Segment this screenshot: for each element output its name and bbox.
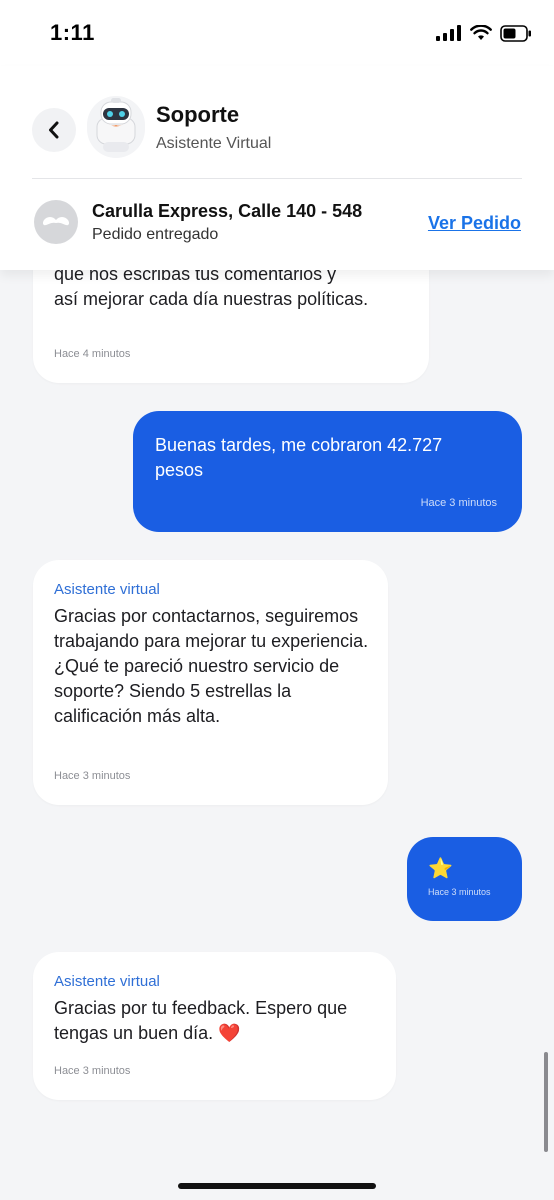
back-chevron-icon	[49, 121, 59, 139]
chat-title: Soporte	[156, 102, 240, 127]
status-time: 1:11	[50, 20, 95, 45]
message-bubble-incoming: Asistente virtual Gracias por contactarn…	[33, 560, 388, 805]
scrollbar[interactable]	[544, 1052, 548, 1152]
chat-header: Soporte Asistente Virtual Carulla Expres…	[0, 66, 554, 270]
message-bubble-incoming: Asistente virtual Gracias por tu feedbac…	[33, 952, 396, 1100]
message-text: Gracias por contactarnos, seguiremos tra…	[54, 606, 369, 726]
message-text: Buenas tardes, me cobraron 42.727 pesos	[155, 435, 443, 480]
message-text: Gracias por tu feedback. Espero que teng…	[54, 998, 348, 1043]
chat-subtitle: Asistente Virtual	[156, 135, 272, 152]
message-time: Hace 3 minutos	[420, 497, 497, 509]
order-status: Pedido entregado	[92, 226, 219, 243]
message-time: Hace 3 minutos	[54, 1065, 131, 1077]
message-sender: Asistente virtual	[54, 973, 160, 990]
message-bubble-outgoing: Buenas tardes, me cobraron 42.727 pesos …	[133, 411, 522, 532]
message-time: Hace 3 minutos	[54, 770, 131, 782]
message-time: Hace 3 minutos	[428, 887, 491, 897]
message-text: así mejorar cada día nuestras políticas.	[54, 289, 369, 309]
header-divider	[32, 178, 522, 179]
star-emoji: ⭐	[428, 858, 453, 880]
signal-icon	[436, 25, 461, 41]
battery-icon	[500, 24, 531, 42]
status-bar: 1:11	[0, 0, 554, 66]
message-time: Hace 4 minutos	[54, 348, 131, 360]
message-sender: Asistente virtual	[54, 581, 160, 598]
back-button[interactable]	[32, 108, 76, 152]
mustache-logo-icon	[34, 200, 78, 244]
status-icons	[436, 22, 532, 44]
store-name: Carulla Express, Calle 140 - 548	[92, 201, 363, 221]
home-indicator[interactable]	[178, 1183, 376, 1189]
wifi-icon	[470, 25, 492, 40]
view-order-link[interactable]: Ver Pedido	[428, 213, 521, 234]
message-bubble-outgoing: ⭐ Hace 3 minutos	[407, 837, 522, 921]
robot-avatar	[87, 96, 145, 158]
